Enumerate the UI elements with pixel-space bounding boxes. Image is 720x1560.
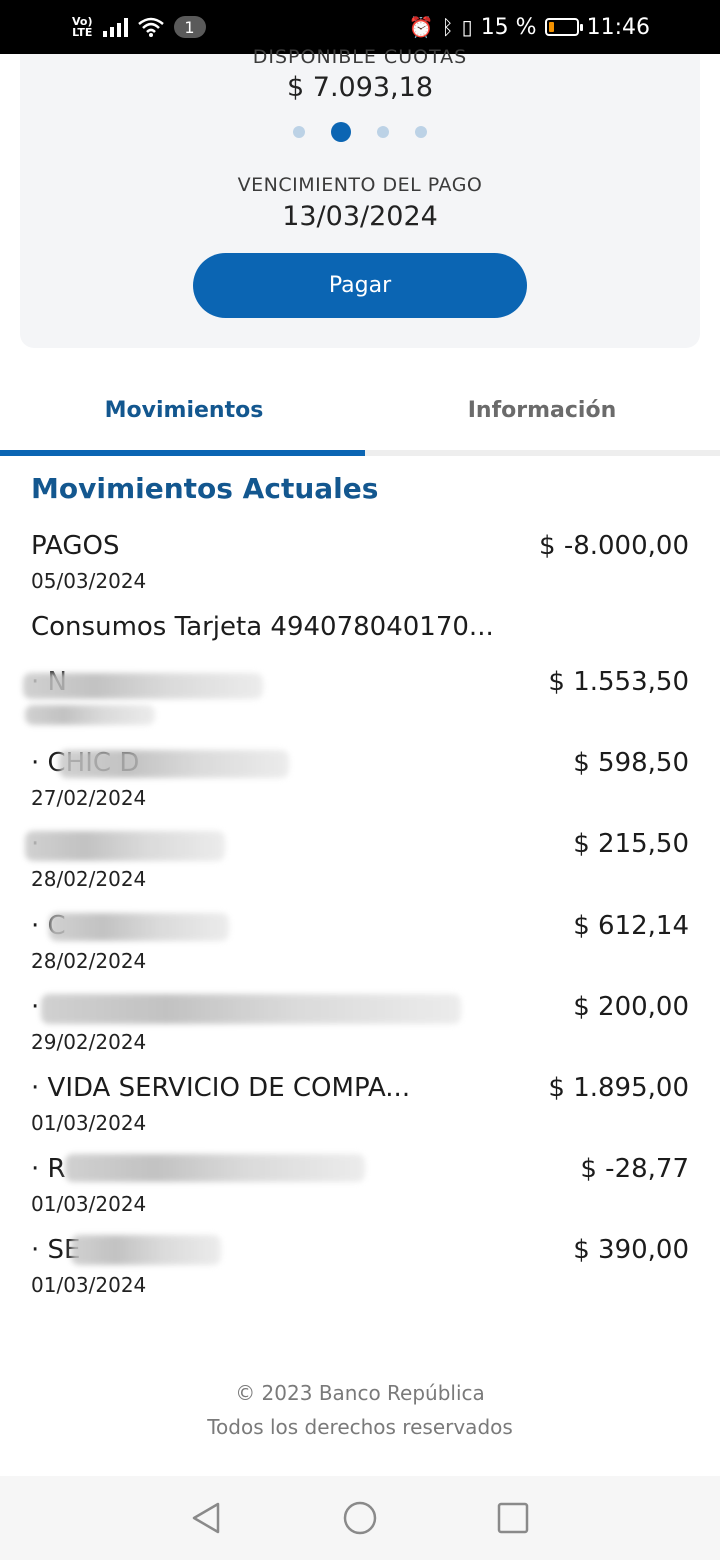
movement-description: · R	[31, 1154, 66, 1184]
movement-amount: $ 1.553,50	[548, 667, 689, 697]
movement-amount: $ 200,00	[573, 992, 689, 1022]
due-label: VENCIMIENTO DEL PAGO	[237, 174, 483, 196]
carousel-dot[interactable]	[415, 126, 427, 138]
movement-description: PAGOS	[31, 531, 120, 561]
alarm-icon: ⏰	[408, 15, 434, 39]
clock: 11:46	[586, 14, 650, 40]
movement-row[interactable]: · C $ 612,14 28/02/2024	[31, 911, 689, 981]
movement-row[interactable]: · N $ 1.553,50	[23, 667, 689, 737]
due-date: 13/03/2024	[282, 201, 438, 232]
movement-amount: $ 215,50	[573, 829, 689, 859]
tab-indicator	[0, 450, 365, 456]
redacted-text	[41, 994, 461, 1024]
signal-icon	[102, 17, 128, 37]
battery-icon	[544, 18, 583, 36]
vibrate-icon: ▯	[461, 15, 473, 39]
movement-amount: $ 612,14	[573, 911, 689, 941]
wifi-icon	[137, 17, 164, 37]
available-label: DISPONIBLE CUOTAS	[252, 46, 468, 68]
movement-row[interactable]: · $ 200,00 29/02/2024	[31, 992, 689, 1062]
movement-amount: $ 1.895,00	[548, 1073, 689, 1103]
movement-row[interactable]: · $ 215,50 28/02/2024	[25, 829, 689, 899]
pay-button[interactable]: Pagar	[193, 253, 527, 318]
battery-percent: 15 %	[480, 14, 537, 40]
movement-amount: $ 598,50	[573, 748, 689, 778]
movement-date: 01/03/2024	[31, 1111, 147, 1135]
home-icon[interactable]	[343, 1501, 377, 1535]
tab-informacion[interactable]: Información	[362, 370, 720, 450]
carousel-indicator[interactable]	[20, 122, 700, 142]
movement-date: 28/02/2024	[31, 867, 147, 891]
movement-row[interactable]: · CHIC D $ 598,50 27/02/2024	[31, 748, 689, 818]
movement-row[interactable]: · SE $ 390,00 01/03/2024	[31, 1235, 689, 1305]
redacted-text	[59, 750, 289, 778]
movement-row[interactable]: · VIDA SERVICIO DE COMPA... $ 1.895,00 0…	[31, 1073, 689, 1143]
movement-date: 05/03/2024	[31, 569, 147, 593]
movement-date: 27/02/2024	[31, 786, 147, 810]
movement-description: ·	[31, 992, 40, 1022]
movement-description: · VIDA SERVICIO DE COMPA...	[31, 1073, 411, 1103]
back-icon[interactable]	[189, 1501, 223, 1535]
movement-date: 01/03/2024	[31, 1273, 147, 1297]
tab-bar: Movimientos Información	[0, 370, 720, 456]
movement-amount: $ -28,77	[580, 1154, 689, 1184]
movement-row[interactable]: · R $ -28,77 01/03/2024	[31, 1154, 689, 1224]
redacted-text	[65, 1154, 365, 1182]
tab-movimientos[interactable]: Movimientos	[4, 370, 364, 450]
section-title: Movimientos Actuales	[31, 472, 379, 505]
carousel-dot[interactable]	[377, 126, 389, 138]
redacted-text	[71, 1235, 221, 1265]
movement-date: 29/02/2024	[31, 1030, 147, 1054]
notification-badge: 1	[173, 16, 206, 38]
redacted-text	[25, 831, 225, 861]
available-amount: $ 7.093,18	[287, 72, 433, 103]
redacted-text	[23, 673, 263, 699]
redacted-text	[25, 705, 155, 725]
payment-row[interactable]: PAGOS $ -8.000,00 05/03/2024	[31, 531, 689, 601]
navigation-bar	[0, 1476, 720, 1560]
movement-amount: $ -8.000,00	[539, 531, 689, 561]
bluetooth-icon: ᛒ	[441, 15, 454, 39]
footer-rights: Todos los derechos reservados	[207, 1415, 513, 1439]
redacted-text	[49, 913, 229, 941]
footer-copyright: © 2023 Banco República	[235, 1381, 485, 1405]
movement-date: 28/02/2024	[31, 949, 147, 973]
carousel-dot[interactable]	[293, 126, 305, 138]
card-group-label: Consumos Tarjeta 494078040170...	[31, 612, 494, 642]
movement-amount: $ 390,00	[573, 1235, 689, 1265]
volte-icon: Vo) LTE	[72, 15, 93, 39]
carousel-dot-active[interactable]	[331, 122, 351, 142]
recent-apps-icon[interactable]	[496, 1501, 530, 1535]
movement-date: 01/03/2024	[31, 1192, 147, 1216]
card-summary: DISPONIBLE CUOTAS $ 7.093,18 VENCIMIENTO…	[20, 46, 700, 348]
